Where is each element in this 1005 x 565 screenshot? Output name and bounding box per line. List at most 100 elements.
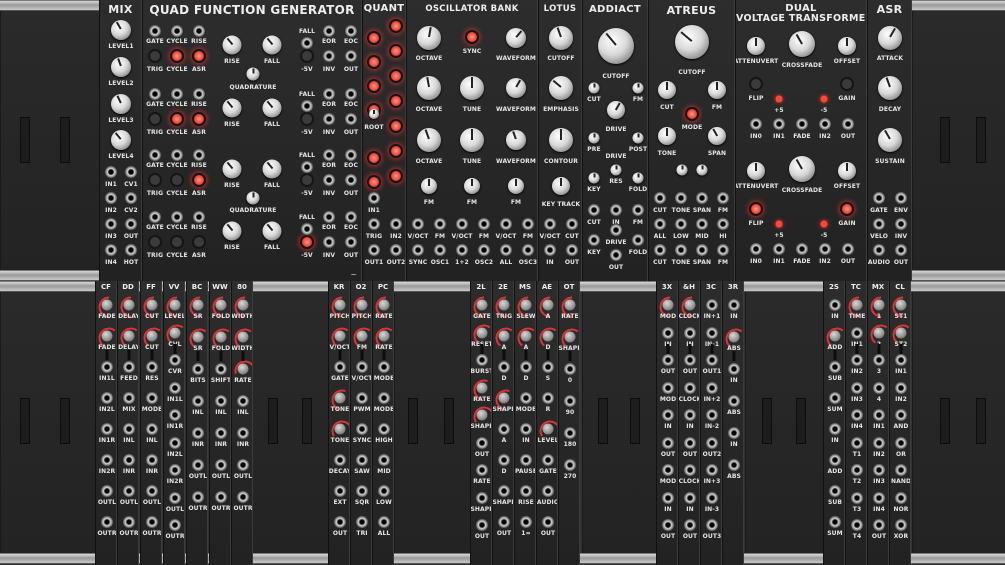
atreus-jack-2-1[interactable] xyxy=(674,243,688,257)
out-jack[interactable] xyxy=(683,353,697,367)
add-jack[interactable] xyxy=(828,453,842,467)
octave-knob-3[interactable] xyxy=(417,128,441,152)
in4-jack[interactable] xyxy=(850,408,864,422)
rise-knob-2[interactable] xyxy=(222,98,242,118)
outl-jack[interactable] xyxy=(214,458,228,472)
in1-jack[interactable] xyxy=(104,165,118,179)
outr-jack[interactable] xyxy=(168,518,182,532)
inv-jack[interactable] xyxy=(894,217,908,231)
out2-jack[interactable] xyxy=(705,436,719,450)
delay-knob[interactable] xyxy=(123,299,135,311)
dvt-jack-1-1[interactable] xyxy=(772,242,786,256)
level1-knob[interactable] xyxy=(111,20,131,40)
pre-knob[interactable] xyxy=(588,132,600,144)
st2-knob[interactable] xyxy=(895,327,907,339)
out-jack[interactable] xyxy=(541,515,555,529)
fm-knob-1[interactable] xyxy=(421,178,437,194)
out-jack[interactable] xyxy=(333,515,347,529)
inl-jack[interactable] xyxy=(191,394,205,408)
rate-knob[interactable] xyxy=(564,299,576,311)
atreus-jack-1-3[interactable] xyxy=(716,217,730,231)
cycle-button-4[interactable] xyxy=(170,235,184,249)
sync-jack[interactable] xyxy=(355,422,369,436)
gate-knob[interactable] xyxy=(476,299,488,311)
root-knob[interactable] xyxy=(369,109,379,119)
contour-knob[interactable] xyxy=(549,128,573,152)
atreus-jack-1-0[interactable] xyxy=(653,217,667,231)
eoc-jack-1[interactable] xyxy=(344,24,358,38)
crossfade-knob-1[interactable] xyxy=(789,31,815,57)
crossfade-knob-2[interactable] xyxy=(789,156,815,182)
out1-jack[interactable] xyxy=(367,243,381,257)
gate-jack[interactable] xyxy=(872,191,886,205)
rise-jack[interactable] xyxy=(519,484,533,498)
level-knob[interactable] xyxy=(169,299,181,311)
fall-out-jack-4[interactable] xyxy=(300,222,314,236)
in-jack[interactable] xyxy=(519,422,533,436)
d-jack[interactable] xyxy=(497,453,511,467)
mode-button[interactable] xyxy=(685,107,699,121)
cycle-jack-2[interactable] xyxy=(170,87,184,101)
low-jack[interactable] xyxy=(377,484,391,498)
cut-knob[interactable] xyxy=(146,330,158,342)
4-jack[interactable] xyxy=(872,381,886,395)
note-button-2[interactable] xyxy=(367,79,381,93)
gate-jack-1[interactable] xyxy=(148,24,162,38)
in-jack[interactable] xyxy=(609,203,623,217)
gate-jack-2[interactable] xyxy=(148,87,162,101)
atreus-jack-0-2[interactable] xyxy=(695,191,709,205)
hot-jack[interactable] xyxy=(124,243,138,257)
in1-jack[interactable] xyxy=(894,353,908,367)
octave-knob-1[interactable] xyxy=(417,26,441,50)
eor-jack-2[interactable] xyxy=(322,87,336,101)
atreus-jack-2-0[interactable] xyxy=(653,243,667,257)
fold-knob[interactable] xyxy=(215,299,227,311)
cycle-button-1[interactable] xyxy=(170,49,184,63)
asr-button-1[interactable] xyxy=(192,49,206,63)
res-jack[interactable] xyxy=(145,360,159,374)
dvt-jack-0-2[interactable] xyxy=(795,117,809,131)
inr-jack[interactable] xyxy=(122,453,136,467)
ext-jack[interactable] xyxy=(333,484,347,498)
add-knob[interactable] xyxy=(829,330,841,342)
level2-knob[interactable] xyxy=(111,57,131,77)
inr-jack[interactable] xyxy=(214,426,228,440)
in-jack[interactable] xyxy=(727,362,741,376)
shift-jack[interactable] xyxy=(214,362,228,376)
waveform-knob-3[interactable] xyxy=(506,130,526,150)
outl-jack[interactable] xyxy=(191,458,205,472)
env-jack[interactable] xyxy=(894,191,908,205)
osc-in-jack-0[interactable] xyxy=(411,217,425,231)
in3-jack[interactable] xyxy=(872,463,886,477)
in-jack[interactable] xyxy=(828,422,842,436)
sync-button[interactable] xyxy=(465,30,479,44)
cv2-jack[interactable] xyxy=(124,191,138,205)
voct-jack[interactable] xyxy=(543,217,557,231)
note-button-6[interactable] xyxy=(367,175,381,189)
dvt-jack-1-0[interactable] xyxy=(749,242,763,256)
drive-knob[interactable] xyxy=(607,101,625,119)
rise-knob-1[interactable] xyxy=(222,35,242,55)
cut-jack[interactable] xyxy=(587,203,601,217)
outr-jack[interactable] xyxy=(122,515,136,529)
shape-knob[interactable] xyxy=(564,331,576,343)
tune-knob-3[interactable] xyxy=(460,128,484,152)
in1r-jack[interactable] xyxy=(168,408,182,422)
saw-jack[interactable] xyxy=(355,453,369,467)
in-2-jack[interactable] xyxy=(705,408,719,422)
dvt-jack-0-3[interactable] xyxy=(818,117,832,131)
osc-out-jack-4[interactable] xyxy=(521,243,535,257)
flip-button-1[interactable] xyxy=(749,77,763,91)
mode-jack[interactable] xyxy=(377,360,391,374)
octave-knob-2[interactable] xyxy=(417,76,441,100)
all-jack[interactable] xyxy=(377,515,391,529)
dvt-jack-1-2[interactable] xyxy=(795,242,809,256)
in-jack[interactable] xyxy=(727,426,741,440)
90-jack[interactable] xyxy=(563,394,577,408)
attenuvert-knob-2[interactable] xyxy=(747,162,765,180)
bits-jack[interactable] xyxy=(191,362,205,376)
in2-jack[interactable] xyxy=(894,381,908,395)
t1-jack[interactable] xyxy=(850,436,864,450)
shape-jack[interactable] xyxy=(497,484,511,498)
slew-knob[interactable] xyxy=(520,299,532,311)
